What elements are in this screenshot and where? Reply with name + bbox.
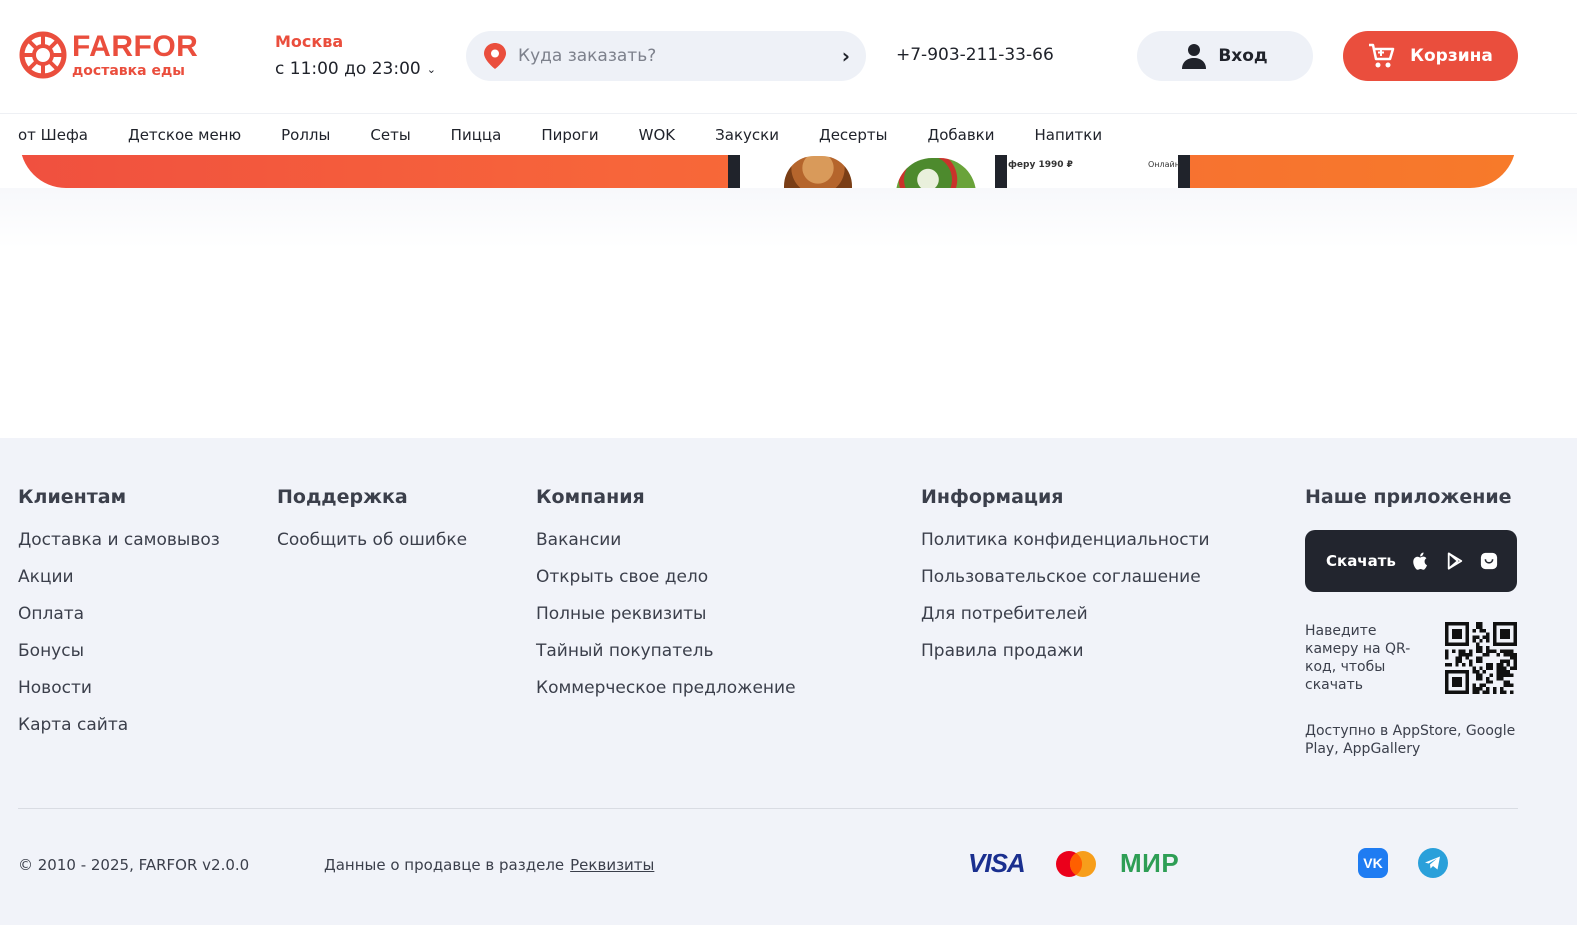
category-link[interactable]: Пицца <box>451 126 502 144</box>
mir-logo: МИР <box>1120 848 1180 878</box>
seller-info: Данные о продавце в разделе Реквизиты <box>324 856 654 874</box>
category-link[interactable]: от Шефа <box>18 126 88 144</box>
copyright: © 2010 - 2025, FARFOR v2.0.0 <box>18 856 250 874</box>
vk-icon[interactable]: VK <box>1358 848 1388 878</box>
requisites-link[interactable]: Реквизиты <box>570 856 654 874</box>
category-link[interactable]: Напитки <box>1035 126 1103 144</box>
cart-icon <box>1369 43 1395 68</box>
seller-text: Данные о продавце в разделе <box>324 856 565 874</box>
login-label: Вход <box>1218 46 1268 66</box>
footer-link-company[interactable]: Открыть свое дело <box>536 567 796 587</box>
category-link[interactable]: Роллы <box>281 126 330 144</box>
site-header: FARFOR доставка еды Москва с 11:00 до 23… <box>0 0 1577 114</box>
download-label: Скачать <box>1326 552 1396 570</box>
address-search[interactable]: › <box>466 31 866 81</box>
qr-code <box>1445 622 1517 694</box>
footer-link-company[interactable]: Полные реквизиты <box>536 604 796 624</box>
cart-button[interactable]: Корзина <box>1343 31 1518 81</box>
footer-heading-app: Наше приложение <box>1305 486 1512 508</box>
footer-link-company[interactable]: Тайный покупатель <box>536 641 796 661</box>
city-selector[interactable]: Москва с 11:00 до 23:00 ⌄ <box>275 32 436 79</box>
download-app-button[interactable]: Скачать <box>1305 530 1517 592</box>
footer-link-clients[interactable]: Доставка и самовывоз <box>18 530 220 550</box>
category-link[interactable]: WOK <box>639 126 675 144</box>
chevron-right-icon[interactable]: › <box>842 44 850 68</box>
footer-col-company: Компания Вакансии Открыть свое дело Полные… <box>536 486 796 715</box>
footer-link-clients[interactable]: Карта сайта <box>18 715 220 735</box>
site-footer: Клиентам Доставка и самовывоз Акции Оплата… <box>0 438 1577 925</box>
footer-col-app: Наше приложение Скачать Наведите камеру … <box>1305 486 1517 758</box>
telegram-icon[interactable] <box>1418 848 1448 878</box>
cart-label: Корзина <box>1410 46 1493 66</box>
footer-heading-company: Компания <box>536 486 645 508</box>
footer-link-info[interactable]: Политика конфиденциальности <box>921 530 1210 550</box>
footer-link-company[interactable]: Коммерческое предложение <box>536 678 796 698</box>
logo-icon <box>19 31 67 79</box>
category-link[interactable]: Добавки <box>928 126 995 144</box>
qr-instructions: Наведите камеру на QR-код, чтобы скачать <box>1305 623 1411 693</box>
apple-icon <box>1413 552 1427 570</box>
visa-logo: VISA <box>968 848 1026 878</box>
footer-link-clients[interactable]: Новости <box>18 678 220 698</box>
footer-link-company[interactable]: Вакансии <box>536 530 796 550</box>
working-hours[interactable]: с 11:00 до 23:00 ⌄ <box>275 59 436 79</box>
footer-col-info: Информация Политика конфиденциальности По… <box>921 486 1210 678</box>
category-link[interactable]: Пироги <box>541 126 598 144</box>
category-link[interactable]: Закуски <box>715 126 779 144</box>
category-link[interactable]: Десерты <box>819 126 888 144</box>
google-play-icon <box>1447 552 1463 570</box>
burger-image <box>784 156 852 188</box>
hours-text: с 11:00 до 23:00 <box>275 59 421 79</box>
banner-online-text: Онлайн <box>1148 160 1180 169</box>
footer-heading-info: Информация <box>921 486 1064 508</box>
mastercard-logo <box>1056 851 1096 877</box>
category-link[interactable]: Детское меню <box>128 126 241 144</box>
logo-tagline: доставка еды <box>72 63 185 79</box>
category-nav: от Шефа Детское меню Роллы Сеты Пицца Пироги W… <box>0 114 1577 155</box>
location-pin-icon <box>484 43 506 69</box>
footer-link-info[interactable]: Правила продажи <box>921 641 1210 661</box>
category-link[interactable]: Сеты <box>370 126 410 144</box>
footer-col-clients: Клиентам Доставка и самовывоз Акции Оплата… <box>18 486 220 752</box>
footer-link-clients[interactable]: Оплата <box>18 604 220 624</box>
banner-price-text: ферy 1990 ₽ <box>1008 160 1073 170</box>
footer-col-support: Поддержка Сообщить об ошибке <box>277 486 467 567</box>
phone-number[interactable]: +7-903-211-33-66 <box>896 45 1054 65</box>
salad-image <box>896 158 976 188</box>
footer-link-info[interactable]: Для потребителей <box>921 604 1210 624</box>
address-input[interactable] <box>518 46 842 66</box>
footer-link-clients[interactable]: Акции <box>18 567 220 587</box>
logo-name: FARFOR <box>72 30 199 63</box>
chevron-down-icon: ⌄ <box>426 62 436 76</box>
login-button[interactable]: Вход <box>1137 31 1313 81</box>
footer-link-clients[interactable]: Бонусы <box>18 641 220 661</box>
availability-text: Доступно в AppStore, Google Play, AppGal… <box>1305 723 1516 757</box>
footer-heading-clients: Клиентам <box>18 486 127 508</box>
footer-heading-support: Поддержка <box>277 486 408 508</box>
footer-divider <box>18 808 1518 809</box>
logo[interactable]: FARFOR доставка еды <box>18 30 198 80</box>
city-name: Москва <box>275 32 344 51</box>
footer-link-info[interactable]: Пользовательское соглашение <box>921 567 1210 587</box>
appgallery-icon <box>1480 552 1498 570</box>
footer-link-support[interactable]: Сообщить об ошибке <box>277 530 467 550</box>
user-icon <box>1182 44 1207 69</box>
